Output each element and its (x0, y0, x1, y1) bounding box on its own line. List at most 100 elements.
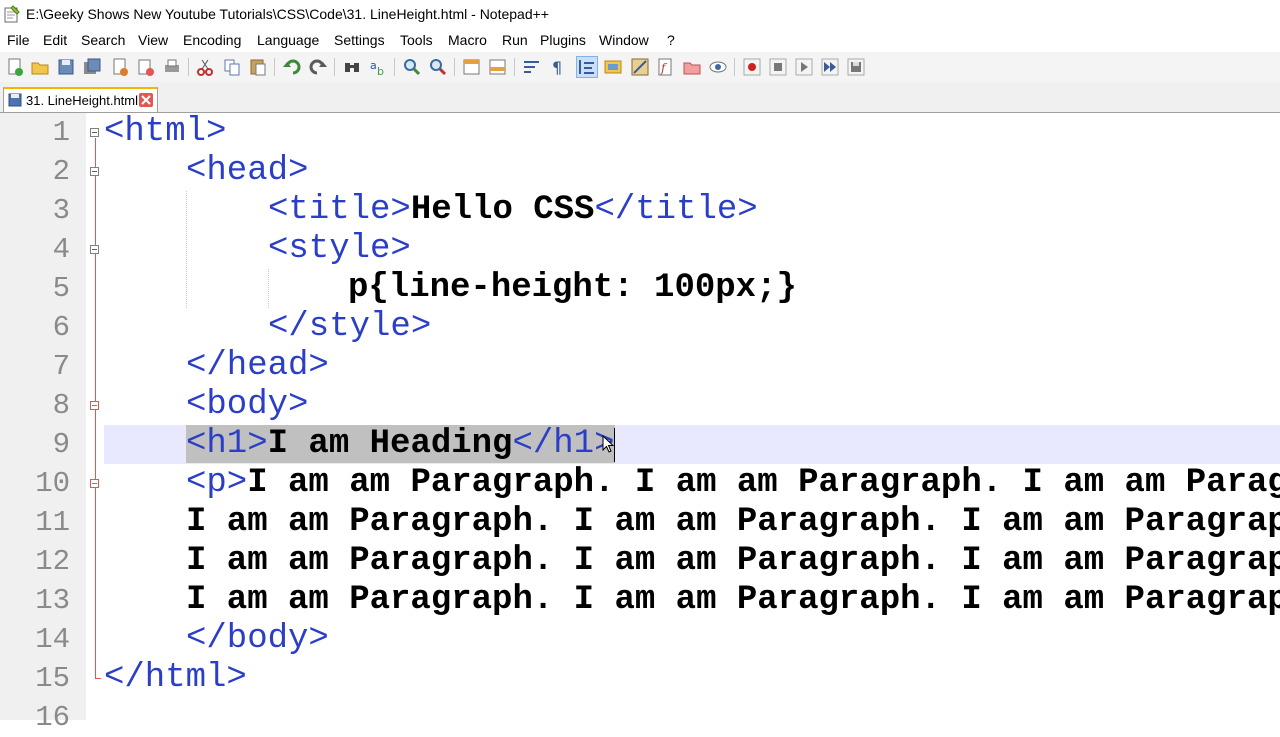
menu-tools[interactable]: Tools (400, 32, 433, 48)
line-number: 11 (35, 506, 70, 539)
tab-label: 31. LineHeight.html (26, 93, 139, 108)
line-number: 1 (52, 116, 70, 149)
line-number: 6 (52, 311, 70, 344)
line-number: 5 (52, 272, 70, 305)
menu-file[interactable]: File (7, 32, 30, 48)
line-number-gutter: 1 2 3 4 5 6 7 8 9 10 11 12 13 14 15 16 (0, 113, 86, 734)
user-define-lang-icon[interactable] (603, 57, 623, 77)
function-list-icon[interactable]: f (656, 57, 676, 77)
copy-icon[interactable] (222, 57, 242, 77)
line-number: 10 (35, 467, 70, 500)
menu-encoding[interactable]: Encoding (183, 32, 241, 48)
run-macro-multiple-icon[interactable] (820, 57, 840, 77)
open-file-icon[interactable] (30, 57, 50, 77)
menu-edit[interactable]: Edit (43, 32, 67, 48)
code-line: <p>I am am Paragraph. I am am Paragraph.… (186, 464, 1280, 502)
menu-plugins[interactable]: Plugins (540, 32, 586, 48)
indent-guide-icon[interactable] (576, 56, 598, 78)
zoom-out-icon[interactable] (428, 57, 448, 77)
show-all-chars-icon[interactable]: ¶ (548, 57, 568, 77)
code-line: I am am Paragraph. I am am Paragraph. I … (186, 503, 1280, 541)
menu-search[interactable]: Search (81, 32, 125, 48)
word-wrap-icon[interactable] (522, 57, 542, 77)
line-number: 13 (35, 584, 70, 617)
save-all-icon[interactable] (82, 57, 102, 77)
fold-margin (86, 113, 102, 720)
code-line: </style> (268, 308, 432, 346)
code-line: </head> (186, 347, 329, 385)
menu-bar: File Edit Search View Encoding Language … (0, 30, 1280, 52)
code-line: <html> (104, 113, 227, 151)
line-number: 2 (52, 155, 70, 188)
doc-map-icon[interactable] (630, 57, 650, 77)
monitoring-icon[interactable] (708, 57, 728, 77)
menu-window[interactable]: Window (599, 32, 649, 48)
sync-vertical-icon[interactable] (462, 57, 482, 77)
paste-icon[interactable] (248, 57, 268, 77)
notepadpp-icon (4, 5, 20, 23)
code-line: </html> (104, 659, 247, 697)
line-number: 16 (35, 701, 70, 734)
code-line: </body> (186, 620, 329, 658)
code-line: <body> (186, 386, 309, 424)
tab-lineheight-html[interactable]: 31. LineHeight.html (3, 87, 158, 112)
toolbar: ab ¶ f (0, 52, 1280, 83)
sync-horizontal-icon[interactable] (488, 57, 508, 77)
line-number: 9 (52, 428, 70, 461)
close-icon[interactable] (139, 93, 153, 107)
print-icon[interactable] (162, 57, 182, 77)
menu-settings[interactable]: Settings (334, 32, 385, 48)
svg-text:¶: ¶ (552, 58, 562, 77)
fold-toggle[interactable] (90, 479, 99, 488)
fold-toggle[interactable] (90, 401, 99, 410)
redo-icon[interactable] (308, 57, 328, 77)
find-icon[interactable] (342, 57, 362, 77)
fold-toggle[interactable] (90, 128, 99, 137)
record-macro-icon[interactable] (742, 57, 762, 77)
code-line: I am am Paragraph. I am am Paragraph. I … (186, 542, 1280, 580)
menu-run[interactable]: Run (502, 32, 528, 48)
undo-icon[interactable] (282, 57, 302, 77)
fold-end-marker (95, 678, 101, 679)
line-number: 12 (35, 545, 70, 578)
line-number: 14 (35, 623, 70, 656)
folder-workspace-icon[interactable] (682, 57, 702, 77)
code-area[interactable]: <html> <head> <title>Hello CSS</title> <… (104, 113, 1280, 720)
save-icon[interactable] (56, 57, 76, 77)
line-number: 3 (52, 194, 70, 227)
mouse-cursor-icon (602, 435, 615, 453)
code-line: p{line-height: 100px;} (348, 269, 797, 307)
save-macro-icon[interactable] (846, 57, 866, 77)
new-file-icon[interactable] (5, 57, 25, 77)
editor[interactable]: 1 2 3 4 5 6 7 8 9 10 11 12 13 14 15 16 <… (0, 113, 1280, 734)
current-line: <h1>I am Heading</h1> (104, 425, 1280, 464)
menu-view[interactable]: View (138, 32, 168, 48)
replace-icon[interactable]: ab (368, 57, 388, 77)
indent-guide (268, 269, 269, 308)
fold-toggle[interactable] (90, 245, 99, 254)
cut-icon[interactable] (195, 57, 215, 77)
line-number: 15 (35, 662, 70, 695)
svg-text:b: b (377, 65, 384, 77)
window-title: E:\Geeky Shows New Youtube Tutorials\CSS… (26, 6, 549, 22)
svg-text:a: a (370, 59, 377, 72)
code-line: <head> (186, 152, 309, 190)
fold-toggle[interactable] (90, 167, 99, 176)
code-line: I am am Paragraph. I am am Paragraph. I … (186, 581, 1280, 619)
line-number: 7 (52, 350, 70, 383)
menu-macro[interactable]: Macro (448, 32, 487, 48)
zoom-in-icon[interactable] (402, 57, 422, 77)
code-line: <title>Hello CSS</title> (268, 191, 758, 229)
code-line: <style> (268, 230, 411, 268)
menu-help[interactable]: ? (667, 32, 675, 48)
save-icon (8, 93, 22, 107)
close-file-icon[interactable] (110, 57, 130, 77)
menu-language[interactable]: Language (257, 32, 319, 48)
stop-macro-icon[interactable] (768, 57, 788, 77)
tab-bar: 31. LineHeight.html (0, 82, 1280, 113)
indent-guide (186, 191, 187, 308)
line-number: 8 (52, 389, 70, 422)
title-bar: E:\Geeky Shows New Youtube Tutorials\CSS… (0, 0, 1280, 30)
play-macro-icon[interactable] (794, 57, 814, 77)
close-all-icon[interactable] (136, 57, 156, 77)
